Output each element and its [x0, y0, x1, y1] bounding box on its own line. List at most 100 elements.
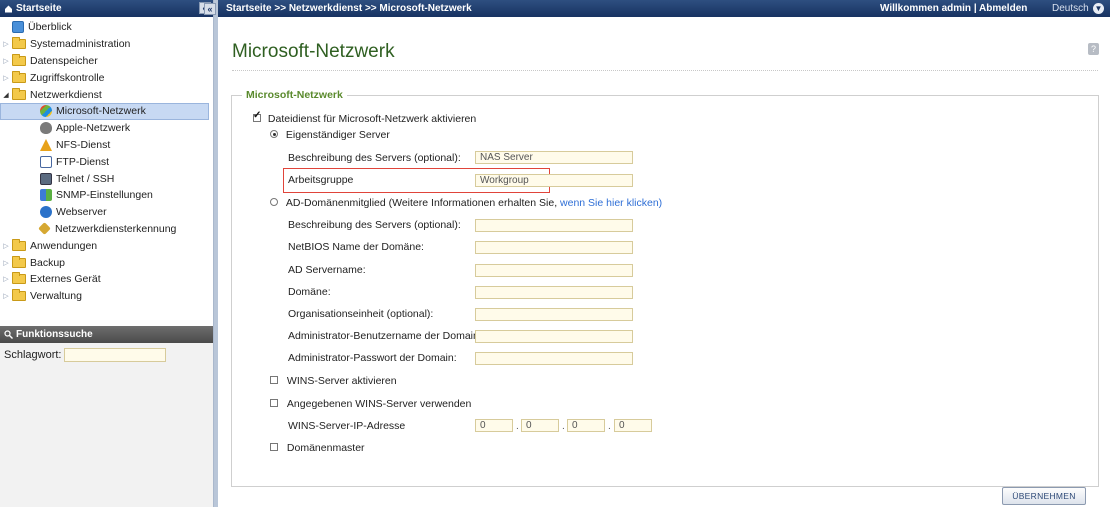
keyword-input[interactable] [64, 348, 167, 362]
wins-enable-label: WINS-Server aktivieren [286, 375, 397, 387]
ip-dot: . [608, 421, 611, 432]
sidebar-item-system-admin[interactable]: ▷ Systemadministration [0, 36, 213, 53]
sidebar-item-ftp[interactable]: FTP-Dienst [0, 153, 213, 170]
sidebar-item-external-device[interactable]: ▷ Externes Gerät [0, 271, 213, 288]
ip-dot: . [516, 421, 519, 432]
sidebar-item-access-control[interactable]: ▷ Zugriffskontrolle [0, 69, 213, 86]
sidebar-item-overview[interactable]: Überblick [0, 19, 213, 36]
sidebar-item-label: SNMP-Einstellungen [56, 189, 153, 202]
wins-ip-octet-1[interactable]: 0 [475, 419, 513, 432]
sidebar-item-backup[interactable]: ▷ Backup [0, 254, 213, 271]
sidebar-item-label: Verwaltung [30, 290, 82, 303]
domain-input[interactable] [475, 286, 633, 299]
expand-arrow-icon[interactable]: ▷ [2, 292, 10, 300]
wins-ip-octet-2[interactable]: 0 [521, 419, 559, 432]
sidebar-header: Startseite « [0, 0, 213, 17]
nfs-icon [40, 138, 52, 151]
sidebar-item-webserver[interactable]: Webserver [0, 204, 213, 221]
expand-arrow-icon[interactable]: ▷ [2, 57, 10, 65]
language-label[interactable]: Deutsch [1052, 3, 1089, 14]
sidebar-item-microsoft-network[interactable]: Microsoft-Netzwerk [0, 102, 209, 120]
fieldset-legend: Microsoft-Netzwerk [246, 89, 343, 101]
wins-ip-label: WINS-Server-IP-Adresse [288, 420, 406, 432]
snmp-icon [40, 189, 52, 202]
welcome-logout[interactable]: Willkommen admin | Abmelden [880, 3, 1027, 14]
standalone-server-radio[interactable] [270, 130, 278, 138]
domain-master-label: Domänenmaster [286, 442, 365, 454]
title-divider [232, 70, 1098, 71]
nav-tree: Überblick ▷ Systemadministration ▷ Daten… [0, 17, 213, 323]
wins-use-checkbox[interactable] [270, 399, 278, 407]
sidebar-header-label: Startseite [16, 3, 62, 14]
enable-smb-checkbox[interactable] [253, 110, 261, 122]
function-search-title: Funktionssuche [16, 329, 93, 340]
ad-member-radio[interactable] [270, 198, 278, 206]
admin-password-label: Administrator-Passwort der Domain: [288, 352, 457, 364]
sidebar-item-label: Zugriffskontrolle [30, 71, 105, 84]
admin-user-label: Administrator-Benutzername der Domain: [288, 330, 482, 342]
standalone-row: Eigenständiger Server [270, 129, 390, 141]
netbios-input[interactable] [475, 241, 633, 254]
ad-server-description-label: Beschreibung des Servers (optional): [288, 219, 461, 231]
sidebar-item-administration[interactable]: ▷ Verwaltung [0, 288, 213, 305]
admin-user-input[interactable] [475, 330, 633, 343]
workgroup-input[interactable]: Workgroup [475, 174, 633, 187]
sidebar: Startseite « Überblick ▷ Systemadministr… [0, 0, 214, 507]
overview-icon [12, 21, 24, 34]
wins-enable-row: WINS-Server aktivieren [270, 375, 397, 387]
server-description-input[interactable]: NAS Server [475, 151, 633, 164]
expand-arrow-icon[interactable]: ▷ [2, 74, 10, 82]
folder-icon [12, 255, 26, 268]
netbios-label: NetBIOS Name der Domäne: [288, 241, 424, 253]
sidebar-item-network-services[interactable]: ◢ Netzwerkdienst [0, 86, 213, 103]
expand-arrow-icon[interactable]: ▷ [2, 242, 10, 250]
language-dropdown-icon[interactable]: ▼ [1093, 3, 1104, 14]
wins-ip-octet-3[interactable]: 0 [567, 419, 605, 432]
domain-master-row: Domänenmaster [270, 442, 365, 454]
expand-arrow-icon[interactable]: ▷ [2, 259, 10, 267]
sidebar-item-snmp[interactable]: SNMP-Einstellungen [0, 187, 213, 204]
ip-dot: . [562, 421, 565, 432]
ad-servername-label: AD Servername: [288, 264, 366, 276]
expand-arrow-icon[interactable]: ▷ [2, 275, 10, 283]
top-bar: « Startseite >> Netzwerkdienst >> Micros… [204, 0, 1110, 17]
sidebar-item-storage[interactable]: ▷ Datenspeicher [0, 53, 213, 70]
wins-enable-checkbox[interactable] [270, 376, 278, 384]
folder-icon [12, 289, 26, 302]
main-content: Microsoft-Netzwerk ? Microsoft-Netzwerk … [218, 17, 1110, 507]
collapse-arrow-icon[interactable]: ◢ [2, 91, 10, 99]
sidebar-item-label: Telnet / SSH [56, 172, 115, 185]
sidebar-item-nfs[interactable]: NFS-Dienst [0, 137, 213, 154]
enable-smb-row: Dateidienst für Microsoft-Netzwerk aktiv… [253, 110, 477, 125]
domain-master-checkbox[interactable] [270, 443, 278, 451]
admin-password-input[interactable] [475, 352, 633, 365]
help-icon[interactable]: ? [1088, 43, 1099, 55]
sidebar-item-apple-network[interactable]: Apple-Netzwerk [0, 120, 213, 137]
terminal-icon [40, 172, 52, 185]
ad-info-link[interactable]: wenn Sie hier klicken) [560, 197, 662, 209]
sidebar-item-label: Systemadministration [30, 38, 131, 51]
apply-button[interactable]: ÜBERNEHMEN [1002, 487, 1086, 505]
folder-icon [12, 70, 26, 83]
ad-servername-input[interactable] [475, 264, 633, 277]
home-icon [4, 4, 13, 13]
domain-label: Domäne: [288, 286, 331, 298]
expand-arrow-icon[interactable]: ▷ [2, 40, 10, 48]
function-search-panel: Funktionssuche Schlagwort: [0, 326, 213, 507]
ad-member-label: AD-Domänenmitglied (Weitere Informatione… [285, 197, 558, 209]
keyword-row: Schlagwort: [0, 343, 213, 367]
wins-ip-octet-4[interactable]: 0 [614, 419, 652, 432]
search-icon [4, 330, 13, 339]
enable-smb-label: Dateidienst für Microsoft-Netzwerk aktiv… [267, 113, 477, 125]
sidebar-item-service-discovery[interactable]: Netzwerkdiensterkennung [0, 221, 213, 238]
breadcrumb: Startseite >> Netzwerkdienst >> Microsof… [226, 3, 472, 14]
ou-input[interactable] [475, 308, 633, 321]
workgroup-label: Arbeitsgruppe [288, 174, 354, 186]
sidebar-item-telnet-ssh[interactable]: Telnet / SSH [0, 170, 213, 187]
collapse-left-button[interactable]: « [204, 2, 216, 15]
ad-server-description-input[interactable] [475, 219, 633, 232]
sidebar-item-applications[interactable]: ▷ Anwendungen [0, 237, 213, 254]
sidebar-item-label: FTP-Dienst [56, 155, 110, 168]
folder-icon [12, 272, 26, 285]
apple-icon [40, 122, 52, 135]
